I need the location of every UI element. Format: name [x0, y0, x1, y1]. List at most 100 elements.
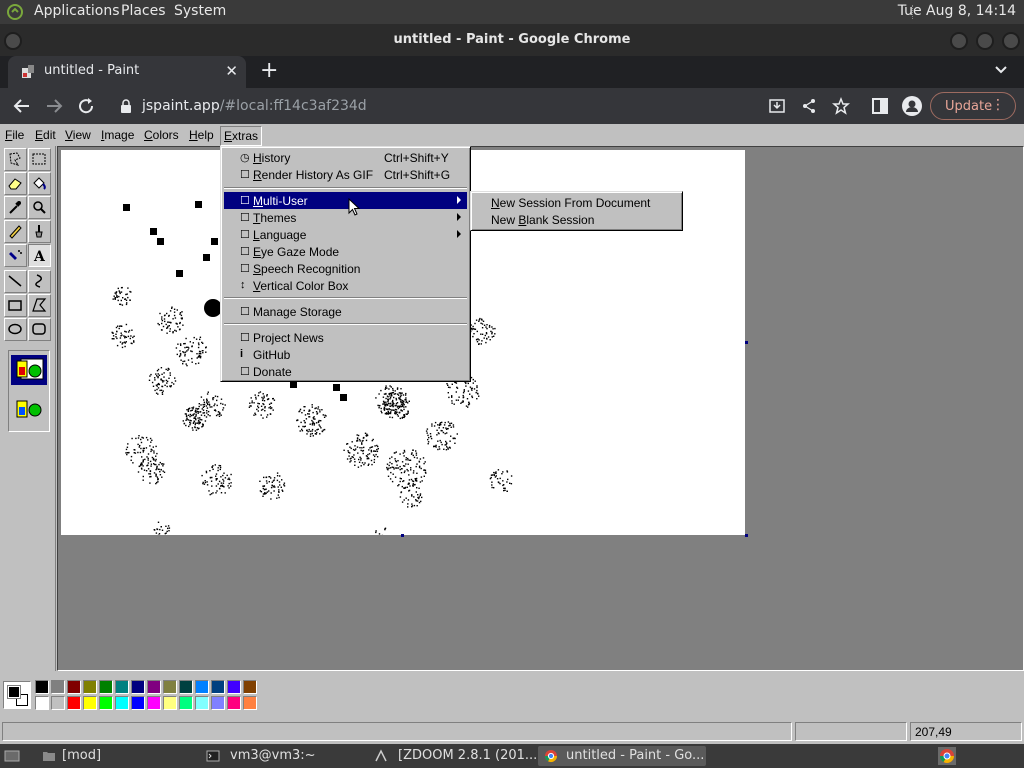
tray-chrome-icon[interactable] — [938, 747, 956, 765]
current-colors[interactable] — [3, 681, 31, 709]
palette-swatch[interactable] — [195, 680, 209, 694]
applications-menu[interactable]: Applications — [34, 3, 120, 19]
taskbar-item-chrome-paint[interactable]: untitled - Paint - Go... — [538, 746, 706, 766]
palette-swatch[interactable] — [147, 696, 161, 710]
airbrush-tool[interactable] — [4, 244, 27, 267]
palette-swatch[interactable] — [195, 696, 209, 710]
update-button[interactable]: Update ⋮ — [930, 92, 1016, 120]
menu-item-new-blank-session[interactable]: New Blank Session — [474, 211, 679, 228]
menu-file[interactable]: File — [5, 128, 24, 142]
system-menu[interactable]: System — [174, 3, 226, 19]
palette-swatch[interactable] — [99, 696, 113, 710]
tab-search-chevron-icon[interactable] — [994, 62, 1008, 76]
reload-icon[interactable] — [76, 96, 96, 116]
palette-swatch[interactable] — [131, 680, 145, 694]
close-window-button[interactable] — [1002, 32, 1020, 50]
fill-bucket-tool[interactable] — [28, 172, 51, 195]
palette-swatch[interactable] — [51, 696, 65, 710]
forward-arrow-icon[interactable] — [44, 96, 64, 116]
palette-swatch[interactable] — [179, 680, 193, 694]
color-picker-tool[interactable] — [4, 196, 27, 219]
menu-view[interactable]: View — [65, 128, 91, 142]
palette-swatch[interactable] — [243, 696, 257, 710]
ellipse-tool[interactable] — [4, 318, 27, 341]
magnifier-tool[interactable] — [28, 196, 51, 219]
palette-swatch[interactable] — [227, 696, 241, 710]
side-panel-icon[interactable] — [870, 96, 890, 116]
menu-image[interactable]: Image — [101, 128, 134, 142]
free-form-select-tool[interactable] — [4, 148, 27, 171]
maximize-button[interactable] — [976, 32, 994, 50]
bookmark-star-icon[interactable] — [832, 97, 850, 115]
brush-tool[interactable] — [28, 220, 51, 243]
palette-swatch[interactable] — [99, 680, 113, 694]
pencil-tool[interactable] — [4, 220, 27, 243]
palette-swatch[interactable] — [35, 696, 49, 710]
menu-help[interactable]: Help — [189, 128, 214, 142]
polygon-tool[interactable] — [28, 294, 51, 317]
menu-item-render-gif[interactable]: ☐ Render History As GIF Ctrl+Shift+G — [224, 166, 467, 183]
menu-colors[interactable]: Colors — [144, 128, 179, 142]
new-tab-button[interactable]: + — [260, 59, 278, 83]
palette-swatch[interactable] — [179, 696, 193, 710]
show-desktop-icon[interactable] — [4, 748, 20, 764]
palette-swatch[interactable] — [115, 680, 129, 694]
taskbar-item-terminal[interactable]: vm3@vm3:~ — [200, 746, 360, 766]
palette-swatch[interactable] — [115, 696, 129, 710]
places-menu[interactable]: Places — [121, 3, 166, 19]
palette-swatch[interactable] — [67, 680, 81, 694]
palette-swatch[interactable] — [83, 680, 97, 694]
back-arrow-icon[interactable] — [12, 96, 32, 116]
menu-item-donate[interactable]: ☐ Donate — [224, 363, 467, 380]
taskbar-item-zdoom[interactable]: [ZDOOM 2.8.1 (201... — [368, 746, 537, 766]
share-icon[interactable] — [800, 97, 818, 115]
palette-swatch[interactable] — [243, 680, 257, 694]
rect-select-tool[interactable] — [28, 148, 51, 171]
menu-item-manage-storage[interactable]: ☐ Manage Storage — [224, 303, 467, 320]
menu-item-github[interactable]: i GitHub — [224, 346, 467, 363]
panel-clock[interactable]: Tue Aug 8, 14:14 — [898, 3, 1016, 19]
gnome-logo-icon[interactable] — [6, 3, 24, 21]
palette-swatch[interactable] — [211, 680, 225, 694]
eraser-tool[interactable] — [4, 172, 27, 195]
line-tool[interactable] — [4, 270, 27, 293]
rounded-rectangle-tool[interactable] — [28, 318, 51, 341]
palette-swatch[interactable] — [211, 696, 225, 710]
more-menu-icon[interactable]: ⋮ — [991, 97, 1005, 113]
menu-extras[interactable]: Extras — [220, 126, 263, 146]
palette-swatch[interactable] — [67, 696, 81, 710]
palette-swatch[interactable] — [147, 680, 161, 694]
resize-handle-corner[interactable] — [745, 534, 748, 537]
palette-swatch[interactable] — [131, 696, 145, 710]
rectangle-tool[interactable] — [4, 294, 27, 317]
menu-item-history[interactable]: ◷ History Ctrl+Shift+Y — [224, 149, 467, 166]
profile-avatar-icon[interactable] — [902, 96, 922, 116]
menu-item-speech[interactable]: ☐ Speech Recognition — [224, 260, 467, 277]
menu-item-themes[interactable]: ☐ Themes — [224, 209, 467, 226]
opaque-background-option[interactable] — [11, 355, 47, 385]
palette-swatch[interactable] — [227, 680, 241, 694]
palette-swatch[interactable] — [51, 680, 65, 694]
minimize-button[interactable] — [950, 32, 968, 50]
palette-swatch[interactable] — [83, 696, 97, 710]
transparent-background-option[interactable] — [11, 395, 47, 425]
palette-swatch[interactable] — [163, 680, 177, 694]
palette-swatch[interactable] — [163, 696, 177, 710]
menu-item-project-news[interactable]: ☐ Project News — [224, 329, 467, 346]
resize-handle-bottom[interactable] — [401, 534, 404, 537]
menu-item-multi-user[interactable]: ☐ Multi-User — [224, 192, 467, 209]
close-tab-icon[interactable]: ✕ — [225, 62, 238, 80]
palette-swatch[interactable] — [35, 680, 49, 694]
menu-item-eye-gaze[interactable]: ☐ Eye Gaze Mode — [224, 243, 467, 260]
lock-icon[interactable] — [120, 99, 132, 113]
taskbar-item-mod[interactable]: [mod] — [36, 746, 186, 766]
resize-handle-right[interactable] — [745, 341, 748, 344]
primary-color[interactable] — [7, 685, 21, 699]
tab-paint[interactable]: untitled - Paint ✕ — [8, 56, 246, 88]
curve-tool[interactable] — [28, 270, 51, 293]
menu-item-new-session-from-document[interactable]: New Session From Document — [474, 194, 679, 211]
address-bar[interactable]: jspaint.app/#local:ff14c3af234d — [112, 91, 850, 121]
menu-item-vertical-color-box[interactable]: ↕ Vertical Color Box — [224, 277, 467, 294]
menu-item-language[interactable]: ☐ Language — [224, 226, 467, 243]
text-tool[interactable]: A — [28, 244, 51, 267]
